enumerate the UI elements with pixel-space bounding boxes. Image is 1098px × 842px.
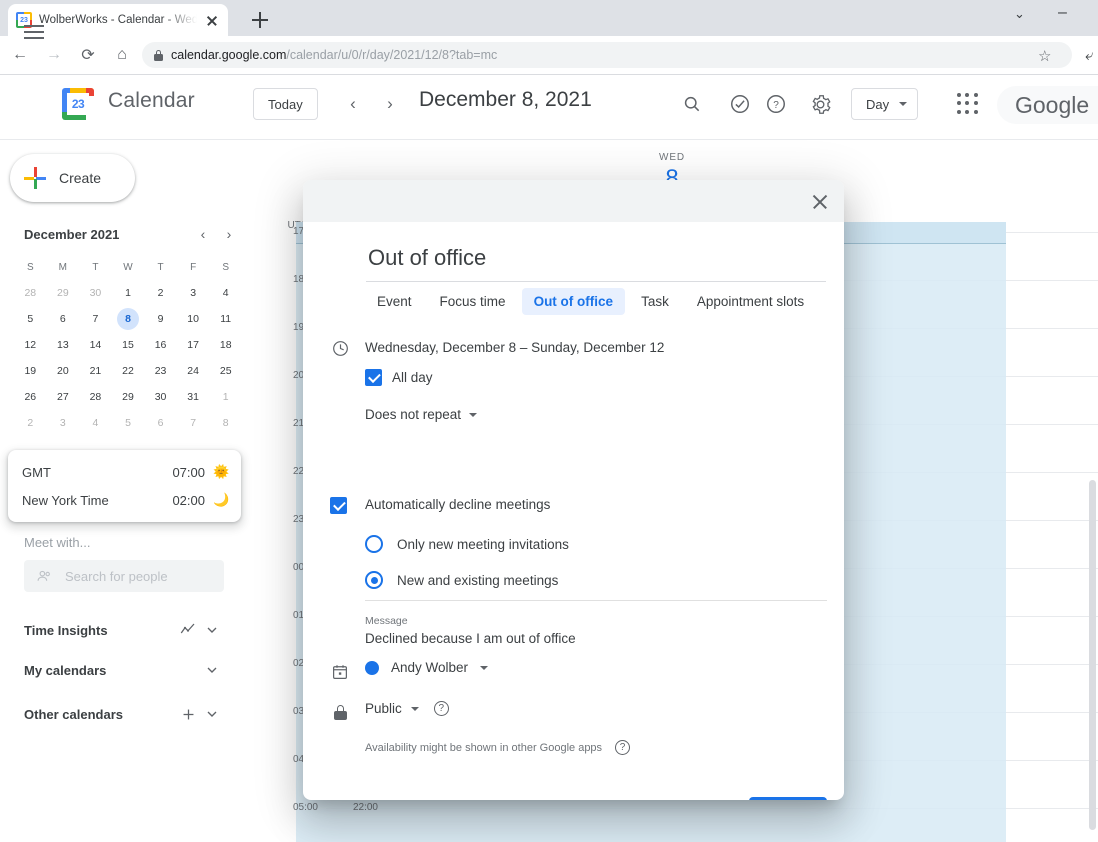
radio-button[interactable] [365, 571, 383, 589]
chevron-down-icon [469, 412, 478, 417]
event-type-tabs: Event Focus time Out of office Task Appointm… [365, 288, 816, 315]
event-type-tab-focus-time[interactable]: Focus time [428, 288, 518, 315]
event-title-input[interactable] [366, 240, 826, 282]
lock-icon [330, 702, 350, 722]
radio-label: New and existing meetings [397, 572, 559, 588]
chevron-down-icon [480, 665, 489, 670]
all-day-checkbox-row[interactable]: All day [365, 369, 433, 386]
auto-decline-checkbox[interactable] [330, 497, 347, 514]
availability-help-icon[interactable]: ? [615, 740, 631, 755]
mini-calendar-day-label: 8 [125, 313, 131, 325]
dialog-body: EventFocus timeOut of officeTaskAppointm… [303, 222, 844, 800]
radio-label: Only new meeting invitations [397, 536, 569, 552]
section-divider [365, 600, 827, 601]
dialog-header [303, 180, 844, 222]
calendar-icon [330, 662, 350, 682]
calendar-owner-selector[interactable]: Andy Wolber [365, 660, 489, 675]
auto-decline-label: Automatically decline meetings [365, 497, 551, 512]
close-icon[interactable] [808, 190, 832, 214]
radio-button[interactable] [365, 535, 383, 553]
all-day-label: All day [392, 370, 433, 385]
event-type-tab-event[interactable]: Event [365, 288, 424, 315]
message-field-value[interactable]: Declined because I am out of office [365, 631, 576, 646]
event-type-tab-appointment-slots[interactable]: Appointment slots [685, 288, 816, 315]
message-field-label: Message [365, 615, 408, 627]
event-type-tab-task[interactable]: Task [629, 288, 681, 315]
availability-note: Availability might be shown in other Goo… [365, 740, 631, 755]
calendar-owner-name: Andy Wolber [391, 660, 469, 675]
radio-new-and-existing-meetings[interactable]: New and existing meetings [365, 571, 558, 589]
out-of-office-dialog: EventFocus timeOut of officeTaskAppointm… [303, 180, 844, 800]
recurrence-selector[interactable]: Does not repeat [365, 407, 478, 422]
visibility-label: Public [365, 701, 402, 716]
visibility-help-icon[interactable]: ? [433, 701, 449, 716]
recurrence-label: Does not repeat [365, 407, 462, 422]
all-day-checkbox[interactable] [365, 369, 382, 386]
radio-only-new-invitations[interactable]: Only new meeting invitations [365, 535, 569, 553]
save-button[interactable]: Save [749, 797, 827, 800]
availability-note-text: Availability might be shown in other Goo… [365, 741, 603, 754]
date-range-label[interactable]: Wednesday, December 8 – Sunday, December… [365, 340, 664, 355]
visibility-selector[interactable]: Public ? [365, 701, 449, 716]
auto-decline-checkbox-row[interactable] [330, 497, 347, 514]
event-type-tab-out-of-office[interactable]: Out of office [521, 288, 626, 315]
clock-icon [330, 338, 350, 358]
calendar-color-dot [365, 660, 379, 675]
chevron-down-icon [410, 706, 419, 711]
